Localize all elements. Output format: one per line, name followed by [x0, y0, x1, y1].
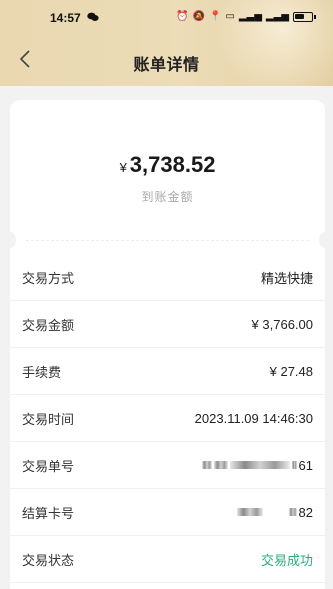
row-transaction-amount: 交易金额 ¥ 3,766.00 — [10, 301, 325, 348]
row-settlement-card: 结算卡号 82 — [10, 489, 325, 536]
nfc-icon: ▭ — [225, 11, 235, 22]
masked-segment — [291, 461, 297, 469]
signal-2-icon: ▂▃▅ — [265, 11, 289, 22]
status-time: 14:57 — [50, 11, 81, 25]
order-number-value: 61 — [201, 457, 313, 473]
settlement-card-label: 结算卡号 — [22, 505, 75, 521]
settlement-card-value: 82 — [236, 504, 313, 520]
masked-segment — [229, 461, 290, 469]
amount-block: ¥3,738.52 到账金额 — [10, 152, 325, 205]
row-order-number: 交易单号 61 — [10, 442, 325, 489]
detail-list: 交易方式 精选快捷 交易金额 ¥ 3,766.00 手续费 ¥ 27.48 交易… — [10, 254, 325, 583]
transaction-amount-value: ¥ 3,766.00 — [251, 316, 313, 332]
received-amount: ¥3,738.52 — [10, 152, 325, 178]
payment-method-label: 交易方式 — [22, 270, 75, 286]
location-icon: 📍 — [208, 11, 222, 22]
status-bar: 14:57 ⏰ 🔕 📍 ▭ ▂▃▅ ▂▃▅ — [0, 8, 333, 28]
alarm-icon: ⏰ — [176, 11, 189, 22]
header: 14:57 ⏰ 🔕 📍 ▭ ▂▃▅ ▂▃▅ 账单详情 — [0, 0, 333, 86]
amount-value: 3,738.52 — [129, 152, 216, 177]
transaction-status-value: 交易成功 — [260, 552, 313, 568]
transaction-time-value: 2023.11.09 14:46:30 — [194, 410, 313, 426]
transaction-status-label: 交易状态 — [22, 552, 75, 568]
bill-card: ¥3,738.52 到账金额 交易方式 精选快捷 交易金额 ¥ 3,766.00… — [4, 100, 331, 589]
order-number-suffix: 61 — [298, 457, 313, 473]
wechat-icon — [87, 12, 99, 21]
status-icons: ⏰ 🔕 📍 ▭ ▂▃▅ ▂▃▅ — [176, 11, 316, 22]
masked-segment — [201, 461, 212, 469]
masked-segment — [213, 461, 228, 469]
order-number-label: 交易单号 — [22, 458, 75, 474]
currency-symbol: ¥ — [119, 160, 127, 175]
battery-icon — [293, 11, 316, 22]
row-transaction-time: 交易时间 2023.11.09 14:46:30 — [10, 395, 325, 442]
row-transaction-status: 交易状态 交易成功 — [10, 536, 325, 583]
transaction-amount-label: 交易金额 — [22, 317, 75, 333]
mute-icon: 🔕 — [192, 11, 205, 22]
signal-1-icon: ▂▃▅ — [238, 11, 262, 22]
transaction-time-label: 交易时间 — [22, 411, 75, 427]
divider — [26, 240, 309, 241]
fee-value: ¥ 27.48 — [269, 363, 313, 379]
ticket-notch-left — [4, 232, 16, 248]
ticket-notch-right — [319, 232, 331, 248]
masked-segment — [236, 508, 263, 516]
settlement-card-suffix: 82 — [298, 504, 313, 520]
page-title: 账单详情 — [133, 57, 200, 74]
payment-method-value: 精选快捷 — [260, 270, 313, 286]
row-payment-method: 交易方式 精选快捷 — [10, 254, 325, 301]
fee-label: 手续费 — [22, 364, 62, 380]
masked-segment — [288, 508, 297, 516]
row-fee: 手续费 ¥ 27.48 — [10, 348, 325, 395]
received-amount-label: 到账金额 — [141, 190, 194, 204]
